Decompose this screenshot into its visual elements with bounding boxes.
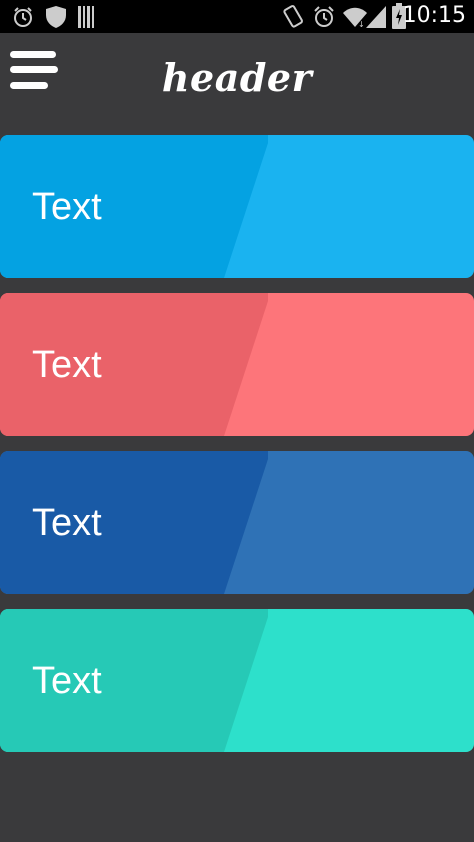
alarm-icon — [14, 7, 32, 27]
shield-icon — [46, 6, 66, 28]
status-bar: ↓ 10:15 — [0, 0, 474, 33]
card-item[interactable]: Text — [0, 451, 474, 594]
alarm-clock-icon — [314, 6, 334, 27]
card-label: Text — [32, 344, 102, 386]
card-item[interactable]: Text — [0, 609, 474, 752]
app-bar: header — [0, 33, 474, 133]
vibrate-icon — [283, 5, 303, 28]
card-item[interactable]: Text — [0, 135, 474, 278]
card-item[interactable]: Text — [0, 293, 474, 436]
barcode-icon — [78, 6, 94, 28]
status-time: 10:15 — [402, 3, 466, 28]
card-label: Text — [32, 660, 102, 702]
card-label: Text — [32, 186, 102, 228]
page-title: header — [161, 55, 313, 100]
svg-text:↓: ↓ — [358, 20, 365, 28]
signal-icon — [366, 6, 386, 28]
wifi-icon: ↓ — [343, 7, 367, 28]
card-label: Text — [32, 502, 102, 544]
